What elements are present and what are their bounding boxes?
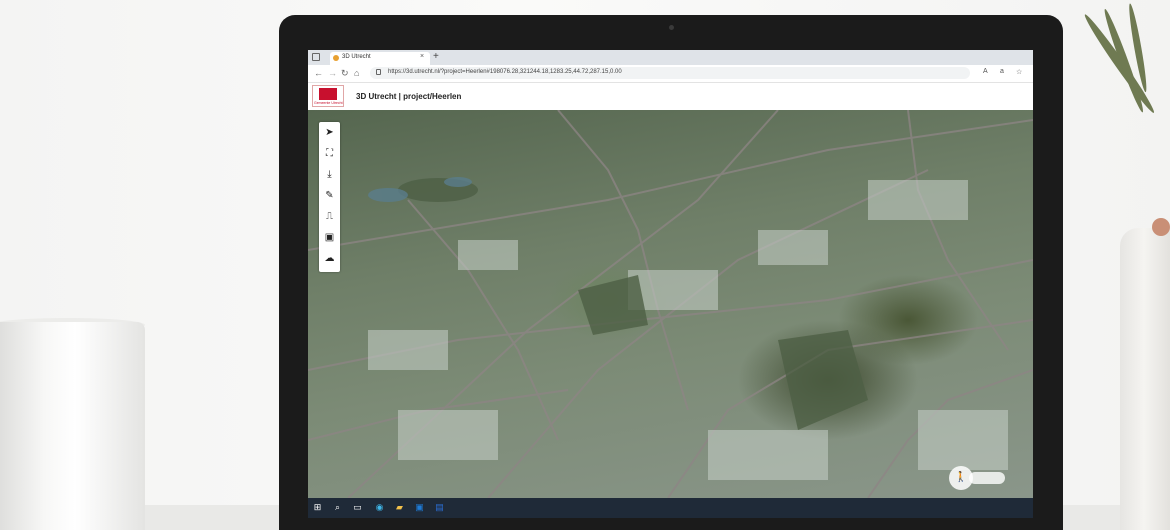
tab-bar: 3D Utrecht × + <box>308 50 1033 65</box>
cloud-tool-icon[interactable]: ☁ <box>319 248 340 269</box>
vase-ring <box>1152 218 1170 236</box>
lock-icon <box>376 69 381 75</box>
forward-arrow-icon[interactable]: → <box>328 68 337 78</box>
logo-text: Gemeente Utrecht <box>314 101 343 105</box>
profile-tool-icon[interactable]: ⎍ <box>319 206 340 227</box>
download-tool-icon[interactable]: ⤓ <box>319 164 340 185</box>
task-view-icon[interactable]: ▭ <box>352 502 363 513</box>
back-arrow-icon[interactable]: ← <box>314 68 323 78</box>
tab-actions-icon[interactable] <box>312 53 320 61</box>
home-icon[interactable]: ⌂ <box>354 68 359 78</box>
windows-start-icon[interactable]: ⊞ <box>312 502 323 513</box>
page-title: 3D Utrecht | project/Heerlen <box>356 92 462 101</box>
layers-tool-icon[interactable]: ⛶ <box>319 143 340 164</box>
font-icon[interactable]: a <box>1000 68 1004 75</box>
3d-map-viewer[interactable]: ➤ ⛶ ⤓ ✎ ⎍ ▣ ☁ 🚶 <box>308 110 1033 518</box>
favorites-icon[interactable]: ☆ <box>1016 68 1022 76</box>
laptop-screen: 3D Utrecht × + ← → ↻ ⌂ https://3d.utrech… <box>308 50 1033 518</box>
vase <box>1120 228 1170 530</box>
reload-icon[interactable]: ↻ <box>341 68 349 78</box>
select-tool-icon[interactable]: ➤ <box>319 122 340 143</box>
read-aloud-icon[interactable]: A <box>983 68 988 75</box>
file-explorer-icon[interactable]: ▰ <box>394 502 405 513</box>
tab-favicon-icon <box>333 55 339 61</box>
tab-close-icon[interactable]: × <box>420 53 424 60</box>
coffee-mug <box>0 322 145 530</box>
utrecht-logo[interactable]: Gemeente Utrecht <box>312 85 344 107</box>
windows-taskbar: ⊞ ⌕ ▭ ◉ ▰ ▣ ▤ <box>308 498 1033 518</box>
edge-icon[interactable]: ◉ <box>374 502 385 513</box>
pedestrian-icon[interactable]: 🚶 <box>949 466 973 490</box>
word-icon[interactable]: ▤ <box>434 502 445 513</box>
outlook-icon[interactable]: ▣ <box>414 502 425 513</box>
app-header: Gemeente Utrecht 3D Utrecht | project/He… <box>308 83 1033 110</box>
webcam <box>669 25 674 30</box>
url-input[interactable]: https://3d.utrecht.nl/?project=Heerlen#1… <box>370 67 970 79</box>
browser-tab[interactable]: 3D Utrecht × <box>330 52 430 65</box>
search-icon[interactable]: ⌕ <box>332 502 343 513</box>
url-text: https://3d.utrecht.nl/?project=Heerlen#1… <box>388 69 622 75</box>
map-toolbar: ➤ ⛶ ⤓ ✎ ⎍ ▣ ☁ <box>319 122 340 272</box>
screenshot-tool-icon[interactable]: ▣ <box>319 227 340 248</box>
measure-tool-icon[interactable]: ✎ <box>319 185 340 206</box>
logo-mark <box>319 88 337 100</box>
navigation-widget: 🚶 <box>949 466 1009 492</box>
tab-title: 3D Utrecht <box>342 54 371 60</box>
map-roads <box>308 110 1033 498</box>
address-bar: ← → ↻ ⌂ https://3d.utrecht.nl/?project=H… <box>308 65 1033 83</box>
new-tab-icon[interactable]: + <box>433 51 439 63</box>
camera-controls[interactable] <box>969 472 1005 484</box>
